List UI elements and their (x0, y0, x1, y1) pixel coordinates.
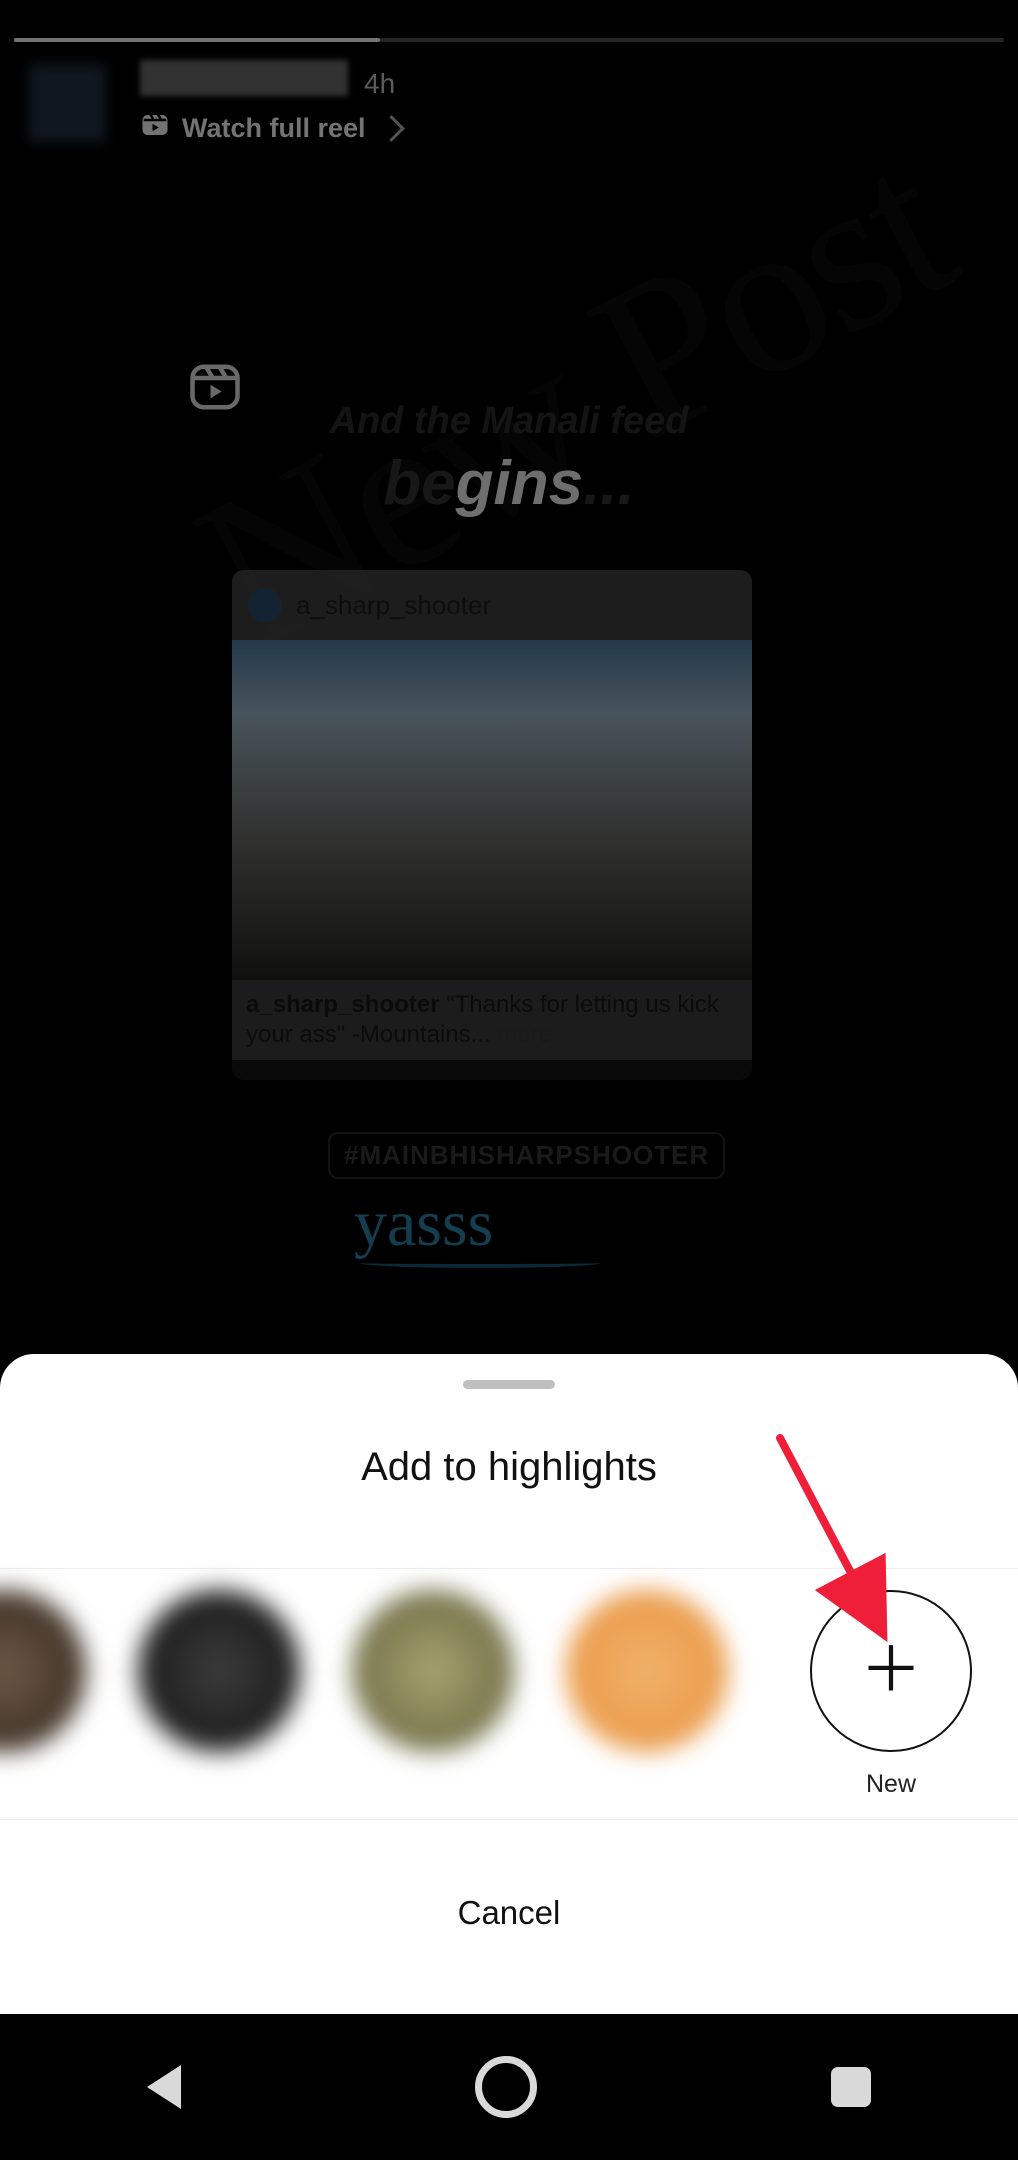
nav-home-button[interactable] (475, 2056, 537, 2118)
cancel-button[interactable]: Cancel (0, 1864, 1018, 1962)
android-nav-bar (0, 2014, 1018, 2160)
highlight-option[interactable] (134, 1590, 304, 1752)
sheet-title: Add to highlights (0, 1445, 1018, 1490)
sheet-grabber[interactable] (463, 1380, 555, 1389)
highlight-option[interactable] (0, 1590, 90, 1752)
highlights-row[interactable]: ＋ New (0, 1568, 1018, 1820)
new-highlight-label: New (866, 1770, 916, 1799)
add-to-highlights-sheet: Add to highlights ＋ New Cancel (0, 1354, 1018, 2014)
highlight-option[interactable] (562, 1590, 732, 1752)
new-highlight-button[interactable]: ＋ New (810, 1590, 972, 1799)
nav-recent-button[interactable] (831, 2067, 871, 2107)
nav-back-button[interactable] (147, 2065, 181, 2109)
highlight-option[interactable] (348, 1590, 518, 1752)
